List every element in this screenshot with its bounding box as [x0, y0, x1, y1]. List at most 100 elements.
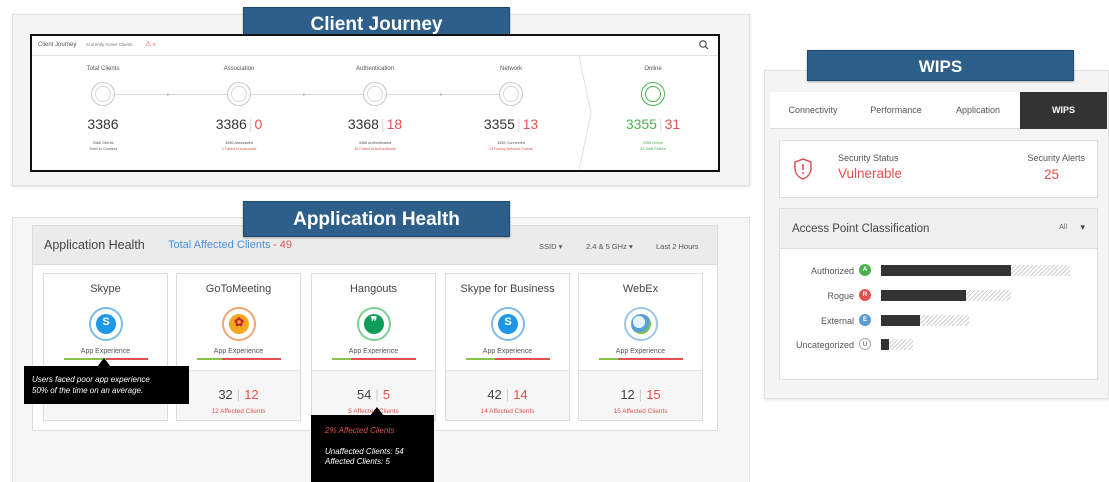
lock-icon — [363, 82, 387, 106]
experience-bad-bar — [351, 358, 416, 360]
warning-count: 0 — [153, 42, 156, 47]
time-range-label[interactable]: Last 2 Hours — [656, 242, 699, 251]
app-card-stats: 12 | 15 15 Affected Clients — [579, 370, 702, 420]
stage-sub-failed: 31 Total Failure — [640, 147, 666, 151]
stage-sub-count: 3368 Authenticated — [358, 141, 392, 145]
globe-monitor-icon — [641, 82, 665, 106]
stage-network[interactable]: Network 3355 | 13 3355 Connected 13 Facing… — [456, 58, 566, 168]
app-experience-label: App Experience — [615, 348, 666, 355]
app-value: 12 — [620, 387, 635, 402]
app-card-hangouts[interactable]: Hangouts ❞ App Experience 54 | 5 5 Affecte… — [311, 273, 436, 421]
stage-value: 3386 — [87, 116, 119, 132]
app-failed: 12 — [244, 387, 259, 402]
ap-hatched-bar — [1011, 265, 1070, 276]
stage-sub-count: 3386 Associated — [225, 141, 253, 145]
online-divider — [579, 56, 592, 170]
stage-sub-failed: 0 Failed to Associate — [221, 147, 257, 151]
affected-clients-link[interactable]: 12 Affected Clients — [177, 408, 300, 415]
ap-solid-bar — [881, 290, 966, 301]
ap-row-rogue[interactable]: Rogue R — [780, 289, 1097, 303]
experience-bad-bar — [106, 358, 148, 360]
warning-icon[interactable]: ⚠ — [145, 40, 151, 48]
gotomeeting-icon: ✿ — [222, 307, 256, 341]
app-name: Skype — [90, 283, 121, 295]
tab-performance[interactable]: Performance — [856, 92, 936, 129]
affected-clients-link[interactable]: 14 Affected Clients — [446, 408, 569, 415]
ap-row-external[interactable]: External E — [780, 314, 1097, 328]
stage-label: Association — [223, 66, 255, 72]
affected-clients-link[interactable]: 15 Affected Clients — [579, 408, 702, 415]
stage-label: Authentication — [355, 66, 395, 72]
ap-solid-bar — [881, 315, 920, 326]
application-health-banner: Application Health — [243, 201, 510, 237]
ap-row-label: External — [820, 316, 854, 326]
association-icon — [227, 82, 251, 106]
app-card-webex[interactable]: WebEx App Experience 12 | 15 15 Affected C… — [578, 273, 703, 421]
app-card-stats: 42 | 14 14 Affected Clients — [446, 370, 569, 420]
tab-connectivity[interactable]: Connectivity — [770, 92, 856, 129]
app-value: 32 — [218, 387, 233, 402]
hangouts-affected-tooltip: 2% Affected Clients Unaffected Clients: … — [311, 415, 434, 482]
app-card-skype-for-business[interactable]: Skype for Business S App Experience 42 | 1… — [445, 273, 570, 421]
stage-sub-text: Tried to Connect — [89, 147, 117, 151]
experience-good-bar — [197, 358, 222, 360]
ap-hatched-bar — [966, 290, 1011, 301]
app-failed: 15 — [646, 387, 661, 402]
total-affected-clients-count: - 49 — [273, 239, 292, 251]
client-journey-header-title: Client Journey — [38, 42, 77, 48]
skype-icon: S — [89, 307, 123, 341]
tooltip-line: Affected Clients: 5 — [325, 457, 390, 466]
stage-total-clients[interactable]: Total Clients 3386 3386 Clients Tried to… — [48, 58, 158, 168]
skype-business-icon: S — [491, 307, 525, 341]
wips-banner: WIPS — [807, 50, 1074, 81]
stage-sub-count: 3386 Clients — [92, 141, 114, 145]
tab-wips[interactable]: WIPS — [1020, 92, 1107, 129]
app-experience-label: App Experience — [482, 348, 533, 355]
app-name: Skype for Business — [460, 283, 555, 295]
tooltip-line: 50% of the time on an average. — [32, 386, 144, 395]
stage-label: Total Clients — [86, 66, 120, 72]
client-journey-widget: Client Journey Currently Active Clients … — [30, 34, 720, 172]
ap-classification-title: Access Point Classification — [792, 223, 930, 235]
ap-classification-card: Access Point Classification All ▾ Author… — [779, 208, 1098, 380]
stage-sub-count: 3355 Connected — [497, 141, 525, 145]
ap-solid-bar — [881, 339, 889, 350]
ap-filter-value[interactable]: All — [1059, 224, 1067, 231]
currently-active-clients-label[interactable]: Currently Active Clients — [86, 42, 133, 47]
stage-sub-failed: 18 Failed to Authenticate — [354, 147, 396, 151]
skype-experience-tooltip: Users faced poor app experience 50% of t… — [24, 366, 189, 404]
chevron-down-icon: ▾ — [558, 242, 563, 251]
tooltip-line: Unaffected Clients: 54 — [325, 447, 404, 456]
experience-bad-bar — [618, 358, 683, 360]
ap-row-authorized[interactable]: Authorized A — [780, 264, 1097, 278]
tab-application[interactable]: Application — [936, 92, 1020, 129]
ap-row-label: Rogue — [827, 291, 854, 301]
gear-icon — [499, 82, 523, 106]
app-experience-label: App Experience — [213, 348, 264, 355]
experience-good-bar — [332, 358, 351, 360]
total-affected-clients-link[interactable]: Total Affected Clients — [168, 239, 271, 251]
rogue-badge-icon: R — [859, 289, 871, 301]
uncategorized-badge-icon: U — [859, 338, 871, 350]
security-alerts-value[interactable]: 25 — [1044, 167, 1059, 182]
band-filter[interactable]: 2.4 & 5 GHz ▾ — [586, 242, 633, 251]
wips-tab-bar: Connectivity Performance Application WIP… — [770, 92, 1107, 129]
stage-association[interactable]: Association 3386 | 0 3386 Associated 0 Fai… — [184, 58, 294, 168]
ap-row-label: Authorized — [810, 266, 854, 276]
connector-arrow-icon: ▸ — [167, 92, 171, 98]
tooltip-line: Users faced poor app experience — [32, 375, 150, 384]
app-name: Hangouts — [349, 283, 398, 295]
security-status-label: Security Status — [838, 153, 899, 163]
search-icon[interactable] — [698, 38, 710, 52]
ssid-filter[interactable]: SSID ▾ — [539, 242, 562, 251]
experience-bad-bar — [222, 358, 281, 360]
stage-value: 3355 | 31 — [625, 116, 681, 132]
app-experience-label: App Experience — [80, 348, 131, 355]
tooltip-percent: 2% Affected Clients — [325, 426, 395, 435]
stage-online[interactable]: Online 3355 | 31 3355 Online 31 Total Fail… — [598, 58, 708, 168]
ap-row-uncategorized[interactable]: Uncategorized U — [780, 338, 1097, 352]
security-summary-card: Security Status Vulnerable Security Aler… — [779, 140, 1098, 198]
app-card-gotomeeting[interactable]: GoToMeeting ✿ App Experience 32 | 12 12 Af… — [176, 273, 301, 421]
chevron-down-icon[interactable]: ▾ — [1080, 222, 1085, 233]
stage-authentication[interactable]: Authentication 3368 | 18 3368 Authenticate… — [320, 58, 430, 168]
